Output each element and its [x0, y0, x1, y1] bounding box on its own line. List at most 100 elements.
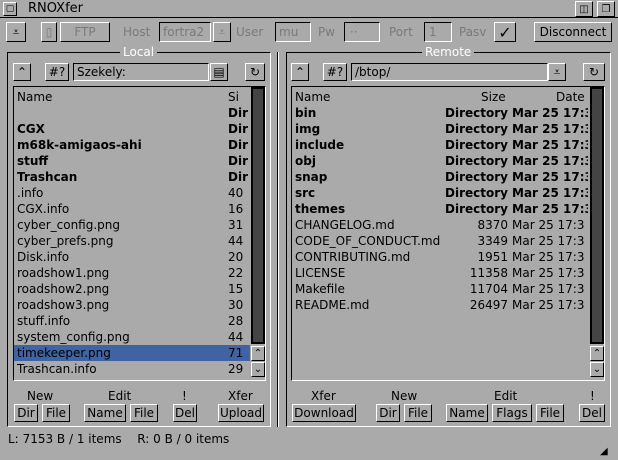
table-row[interactable]: m68k-amigaos-ahi Dir — [14, 137, 250, 153]
pasv-label: Pasv — [459, 25, 487, 39]
table-row[interactable]: CGX.info 16 — [14, 201, 250, 217]
table-row[interactable]: include Directory Mar 25 17:3 — [292, 137, 588, 153]
table-row[interactable]: cyber_config.png 31 — [14, 217, 250, 233]
table-row[interactable]: bin Directory Mar 25 17:3 — [292, 105, 588, 121]
local-edit-file-button[interactable]: File — [130, 404, 158, 422]
local-scrollbar-knob[interactable] — [253, 89, 263, 342]
remote-path-field[interactable]: /btop/ — [351, 63, 548, 81]
depth-button[interactable]: ❐ — [597, 1, 615, 17]
bookmark-icon[interactable]: ▯ — [41, 22, 57, 42]
local-path-field[interactable]: Szekely: — [73, 63, 209, 81]
table-row[interactable]: timekeeper.png 71 — [14, 345, 250, 361]
row-size: 11358 — [469, 266, 508, 280]
remote-status-label: R: — [137, 432, 150, 446]
user-field[interactable]: mu — [275, 22, 311, 42]
resize-grip-icon[interactable]: ◢ — [600, 446, 614, 458]
remote-new-file-button[interactable]: File — [404, 404, 432, 422]
table-row[interactable]: LICENSE 11358 Mar 25 17:3 — [292, 265, 588, 281]
table-row[interactable]: Disk.info 20 — [14, 249, 250, 265]
table-row[interactable]: stuff.info 28 — [14, 313, 250, 329]
table-row[interactable]: obj Directory Mar 25 17:3 — [292, 153, 588, 169]
table-row[interactable]: CGX Dir — [14, 121, 250, 137]
remote-delete-button[interactable]: Del — [579, 404, 605, 422]
table-row[interactable]: roadshow1.png 22 — [14, 265, 250, 281]
remote-parent-button[interactable]: ⌃ — [291, 63, 309, 81]
host-dropdown-button[interactable]: ⩡ — [213, 22, 231, 42]
local-new-dir-button[interactable]: Dir — [14, 404, 38, 422]
pasv-checkbox[interactable]: ✓ — [494, 22, 516, 42]
local-status-label: L: — [8, 432, 19, 446]
row-date: Mar 25 17:3 — [512, 122, 588, 136]
host-label: Host — [123, 25, 151, 39]
local-new-file-button[interactable]: File — [42, 404, 70, 422]
table-row[interactable]: Trashcan.info 29 — [14, 361, 250, 377]
password-field[interactable]: ·· — [344, 22, 380, 42]
remote-file-list[interactable]: Name Size Date bin Directory Mar 25 17:3 im… — [291, 86, 605, 381]
remote-col-size: Size — [481, 90, 506, 104]
local-delete-button[interactable]: Del — [173, 404, 197, 422]
iconify-button[interactable]: ◫ — [575, 1, 593, 17]
table-row[interactable]: Dir — [14, 105, 250, 121]
remote-scrollbar-track[interactable] — [590, 87, 604, 344]
local-scroll-down-button[interactable]: ⌄ — [251, 362, 265, 377]
download-button[interactable]: Download — [292, 404, 356, 422]
table-row[interactable]: Makefile 11704 Mar 25 17:3 — [292, 281, 588, 297]
table-row[interactable]: CONTRIBUTING.md 1951 Mar 25 17:3 — [292, 249, 588, 265]
remote-col-date: Date — [556, 90, 585, 104]
table-row[interactable]: snap Directory Mar 25 17:3 — [292, 169, 588, 185]
remote-new-dir-button[interactable]: Dir — [376, 404, 400, 422]
title-bar[interactable]: ▢ RNOXfer ◫ ❐ — [0, 0, 618, 18]
table-row[interactable]: roadshow3.png 30 — [14, 297, 250, 313]
table-row[interactable]: img Directory Mar 25 17:3 — [292, 121, 588, 137]
menu-dropdown-button[interactable]: ⩡ — [6, 22, 26, 42]
remote-scrollbar-knob[interactable] — [592, 89, 602, 342]
table-row[interactable]: README.md 26497 Mar 25 17:3 — [292, 297, 588, 313]
disconnect-button[interactable]: Disconnect — [534, 22, 612, 42]
table-row[interactable]: CHANGELOG.md 8370 Mar 25 17:3 — [292, 217, 588, 233]
row-size: 30 — [228, 298, 244, 312]
close-window-button[interactable]: ▢ — [3, 2, 17, 16]
remote-edit-file-button[interactable]: File — [536, 404, 564, 422]
row-date: Mar 25 17:3 — [512, 170, 588, 184]
table-row[interactable]: stuff Dir — [14, 153, 250, 169]
local-scroll-up-button[interactable]: ⌃ — [251, 346, 265, 361]
remote-flags-button[interactable]: Flags — [492, 404, 532, 422]
row-date: Mar 25 17:3 — [512, 218, 585, 232]
local-scrollbar-track[interactable] — [251, 87, 265, 344]
row-size: Directory — [445, 186, 508, 200]
remote-refresh-button[interactable]: ↻ — [583, 63, 605, 81]
port-field[interactable]: 1 — [424, 22, 452, 42]
local-parent-button[interactable]: ⌃ — [13, 63, 31, 81]
table-row[interactable]: Trashcan Dir — [14, 169, 250, 185]
table-row[interactable]: cyber_prefs.png 44 — [14, 233, 250, 249]
row-size: 1951 — [477, 250, 508, 264]
local-pattern-button[interactable]: #? — [45, 63, 69, 81]
remote-col-name: Name — [295, 90, 331, 104]
ftp-mode-button[interactable]: FTP — [60, 22, 110, 42]
remote-list-header: Name Size Date — [292, 89, 588, 105]
local-rename-button[interactable]: Name — [84, 404, 126, 422]
remote-rename-button[interactable]: Name — [446, 404, 488, 422]
host-field[interactable]: fortra2 — [159, 22, 211, 42]
local-drawer-button[interactable]: ▤ — [210, 63, 228, 81]
remote-pattern-button[interactable]: #? — [323, 63, 347, 81]
table-row[interactable]: .info 40 — [14, 185, 250, 201]
local-new-label: New — [27, 389, 54, 403]
table-row[interactable]: themes Directory Mar 25 17:3 — [292, 201, 588, 217]
table-row[interactable]: roadshow2.png 15 — [14, 281, 250, 297]
remote-scroll-down-button[interactable]: ⌄ — [590, 362, 604, 377]
table-row[interactable]: system_config.png 44 — [14, 329, 250, 345]
table-row[interactable]: src Directory Mar 25 17:3 — [292, 185, 588, 201]
local-status-value: 7153 B / 1 items — [22, 432, 122, 446]
upload-button[interactable]: Upload — [218, 404, 264, 422]
remote-xfer-label: Xfer — [311, 389, 336, 403]
row-date: Mar 25 17:3 — [512, 234, 585, 248]
remote-path-dropdown-button[interactable]: ⩡ — [548, 63, 566, 81]
row-date: Mar 25 17:3 — [512, 138, 588, 152]
panel-splitter[interactable] — [277, 52, 279, 427]
row-size: 44 — [228, 234, 244, 248]
local-file-list[interactable]: Name Si Dir CGX Dir m68k-amigaos-ahi Dir stuf… — [13, 86, 266, 381]
table-row[interactable]: CODE_OF_CONDUCT.md 3349 Mar 25 17:3 — [292, 233, 588, 249]
local-refresh-button[interactable]: ↻ — [245, 63, 265, 81]
remote-scroll-up-button[interactable]: ⌃ — [590, 346, 604, 361]
